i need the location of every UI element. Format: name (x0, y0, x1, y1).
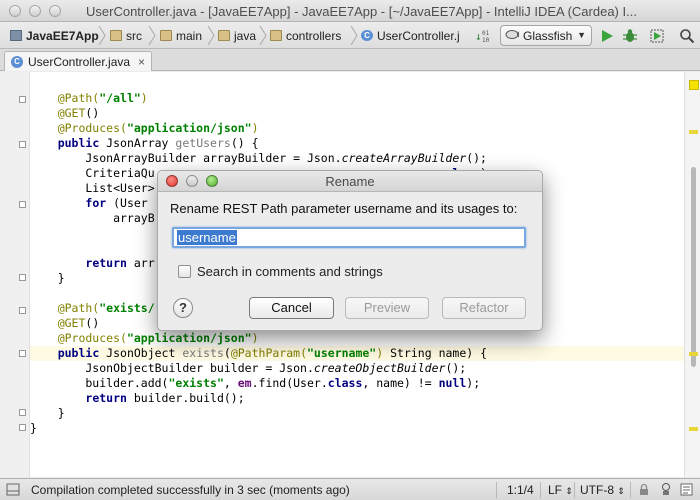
encoding-select[interactable]: UTF-8 ⇕ (580, 483, 625, 497)
chevron-updown-icon: ⇕ (617, 486, 625, 496)
update-running-app-icon[interactable]: ↓ 01 10 (474, 27, 492, 44)
breadcrumb-src[interactable]: src (110, 27, 142, 44)
line-separator-select[interactable]: LF ⇕ (548, 483, 573, 497)
breadcrumb-separator-icon (350, 26, 358, 45)
close-tab-icon[interactable]: × (138, 55, 145, 69)
breadcrumb-separator-icon (148, 26, 156, 45)
new-name-input[interactable]: username (172, 227, 526, 248)
fold-marker-icon[interactable] (19, 201, 26, 208)
breadcrumb-project[interactable]: JavaEE7App (10, 27, 99, 44)
inspector-icon[interactable] (659, 482, 673, 500)
status-message: Compilation completed successfully in 3 … (31, 483, 350, 497)
folder-icon (218, 30, 230, 41)
dialog-title: Rename (325, 174, 375, 189)
code-line: } (30, 406, 65, 420)
fold-marker-icon[interactable] (19, 424, 26, 431)
class-icon: C (11, 55, 23, 68)
window-title: UserController.java - [JavaEE7App] - Jav… (86, 4, 637, 19)
chevron-down-icon: ▼ (577, 30, 586, 40)
fold-marker-icon[interactable] (19, 141, 26, 148)
folder-icon (110, 30, 122, 41)
code-line: @Path("/all") (30, 91, 148, 105)
fold-marker-icon[interactable] (19, 307, 26, 314)
refactor-button[interactable]: Refactor (442, 297, 526, 319)
code-line: @Produces("application/json") (30, 331, 259, 345)
search-comments-checkbox[interactable] (178, 265, 191, 278)
close-window-icon[interactable] (9, 5, 21, 17)
search-icon[interactable] (678, 27, 696, 44)
cancel-button[interactable]: Cancel (249, 297, 334, 319)
breadcrumb-class[interactable]: C UserController.j (361, 27, 460, 44)
folder-icon (270, 30, 282, 41)
code-line: @Produces("application/json") (30, 121, 259, 135)
zoom-window-icon[interactable] (49, 5, 61, 17)
fold-marker-icon[interactable] (19, 274, 26, 281)
glassfish-icon (505, 29, 519, 43)
rename-dialog: Rename Rename REST Path parameter userna… (157, 170, 543, 331)
class-icon: C (361, 30, 373, 41)
window-titlebar: UserController.java - [JavaEE7App] - Jav… (0, 0, 700, 22)
chevron-updown-icon: ⇕ (565, 486, 573, 496)
navigation-bar: JavaEE7App src main java controllers C U… (0, 22, 700, 49)
run-icon[interactable] (598, 27, 616, 44)
code-line-current: public JsonObject exists(@PathParam("use… (30, 346, 684, 361)
caret-position[interactable]: 1:1/4 (507, 483, 534, 497)
fold-marker-icon[interactable] (19, 96, 26, 103)
warning-marker[interactable] (689, 427, 698, 431)
breadcrumb-separator-icon (259, 26, 267, 45)
help-button[interactable]: ? (173, 298, 193, 318)
tab-usercontroller[interactable]: C UserController.java × (4, 51, 152, 71)
debug-icon[interactable] (621, 27, 639, 44)
code-line: @GET() (30, 106, 100, 120)
status-bar: Compilation completed successfully in 3 … (0, 478, 700, 500)
dialog-prompt: Rename REST Path parameter username and … (170, 201, 518, 216)
code-line: builder.add("exists", em.find(User.class… (30, 376, 481, 390)
editor-gutter[interactable] (0, 72, 30, 477)
event-log-icon[interactable] (680, 483, 694, 499)
dialog-titlebar: Rename (158, 171, 542, 192)
breadcrumb-main[interactable]: main (160, 27, 202, 44)
lock-icon[interactable] (638, 483, 650, 499)
code-line: } (30, 421, 37, 435)
run-configuration-select[interactable]: Glassfish ▼ (500, 25, 592, 46)
code-line: return builder.build(); (85, 391, 245, 405)
fold-marker-icon[interactable] (19, 350, 26, 357)
warning-indicator-icon[interactable] (689, 80, 699, 90)
status-toggle-icon[interactable] (6, 483, 20, 499)
minimize-window-icon[interactable] (29, 5, 41, 17)
preview-button[interactable]: Preview (345, 297, 429, 319)
warning-marker[interactable] (689, 352, 698, 356)
code-line: JsonArrayBuilder arrayBuilder = Json.cre… (30, 151, 487, 165)
editor-tab-bar: C UserController.java × (0, 49, 700, 71)
svg-text:↓: ↓ (475, 30, 482, 43)
code-line: JsonObjectBuilder builder = Json.createO… (30, 361, 467, 375)
svg-text:10: 10 (482, 37, 490, 43)
project-icon (10, 30, 22, 41)
folder-icon (160, 30, 172, 41)
breadcrumb-java[interactable]: java (218, 27, 256, 44)
breadcrumb-separator-icon (207, 26, 215, 45)
fold-marker-icon[interactable] (19, 409, 26, 416)
breadcrumb-separator-icon (98, 26, 106, 45)
warning-marker[interactable] (689, 130, 698, 134)
error-stripe[interactable] (684, 72, 700, 477)
coverage-icon[interactable] (648, 27, 666, 44)
svg-text:01: 01 (482, 30, 490, 37)
vertical-scrollbar[interactable] (691, 167, 696, 367)
search-comments-label[interactable]: Search in comments and strings (197, 264, 383, 279)
breadcrumb-controllers[interactable]: controllers (270, 27, 341, 44)
code-line: public JsonArray getUsers() { (57, 136, 259, 150)
